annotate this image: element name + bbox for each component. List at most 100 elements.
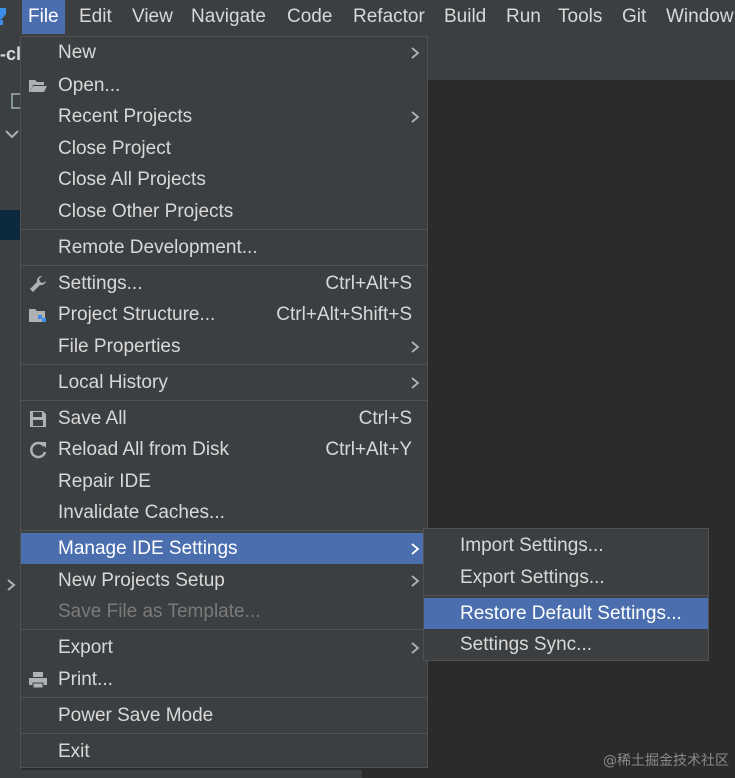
menu-item-exit[interactable]: Exit: [21, 736, 427, 767]
menu-separator: [21, 697, 427, 698]
menu-item-manage-ide-settings[interactable]: Manage IDE Settings: [21, 533, 427, 564]
menubar-file[interactable]: File: [22, 0, 65, 34]
menu-separator: [21, 530, 427, 531]
status-strip: [22, 770, 362, 778]
menubar-git[interactable]: Git: [616, 0, 652, 34]
submenu-arrow-icon: [411, 543, 420, 555]
menu-item-label: Save File as Template...: [58, 601, 261, 622]
submenu-item-label: Export Settings...: [460, 567, 605, 588]
submenu-item-import-settings[interactable]: Import Settings...: [424, 530, 708, 561]
menu-separator: [21, 400, 427, 401]
menu-item-shortcut: Ctrl+Alt+Y: [325, 439, 412, 460]
menu-item-project-structure[interactable]: Project Structure... Ctrl+Alt+Shift+S: [21, 299, 427, 330]
folder-open-icon: [29, 80, 47, 92]
menu-item-shortcut: Ctrl+Alt+Shift+S: [276, 304, 412, 325]
menu-item-label: Manage IDE Settings: [58, 538, 238, 559]
submenu-item-label: Settings Sync...: [460, 634, 593, 655]
menu-item-label: Close Project: [58, 138, 171, 159]
menubar-refactor[interactable]: Refactor: [347, 0, 431, 34]
menu-item-label: New Projects Setup: [58, 570, 225, 591]
submenu-separator: [424, 595, 708, 596]
menu-item-label: Local History: [58, 372, 168, 393]
wrench-icon: [30, 276, 46, 292]
menu-item-repair-ide[interactable]: Repair IDE: [21, 466, 427, 497]
menu-separator: [21, 364, 427, 365]
submenu-arrow-icon: [411, 575, 420, 587]
menu-item-label: Settings...: [58, 273, 143, 294]
editor-area: [428, 80, 735, 778]
menu-item-label: Invalidate Caches...: [58, 502, 225, 523]
menu-item-label: Recent Projects: [58, 106, 193, 127]
menu-item-remote-development[interactable]: Remote Development...: [21, 232, 427, 263]
project-tool-window: [0, 80, 22, 778]
app-logo-icon: [0, 8, 6, 25]
menubar-code[interactable]: Code: [281, 0, 338, 34]
menu-item-export[interactable]: Export: [21, 632, 427, 663]
printer-icon: [29, 672, 47, 689]
menu-item-label: Remote Development...: [58, 237, 258, 258]
file-menu: New Open... Recent Projects Close Projec…: [20, 36, 428, 768]
reload-icon: [30, 441, 47, 459]
submenu-arrow-icon: [411, 341, 420, 353]
menu-item-label: Save All: [58, 408, 127, 429]
menu-item-new-projects-setup[interactable]: New Projects Setup: [21, 565, 427, 596]
menu-item-power-save-mode[interactable]: Power Save Mode: [21, 700, 427, 731]
project-structure-icon: [29, 309, 46, 322]
menu-item-close-all-projects[interactable]: Close All Projects: [21, 164, 427, 195]
menu-item-shortcut: Ctrl+Alt+S: [325, 273, 412, 294]
menu-item-label: Repair IDE: [58, 471, 151, 492]
menu-item-label: Exit: [58, 741, 90, 762]
menu-separator: [21, 229, 427, 230]
menu-item-save-file-as-template: Save File as Template...: [21, 596, 427, 627]
menu-item-recent-projects[interactable]: Recent Projects: [21, 101, 427, 132]
menu-item-label: File Properties: [58, 336, 181, 357]
menu-item-invalidate-caches[interactable]: Invalidate Caches...: [21, 497, 427, 528]
menu-item-label: Reload All from Disk: [58, 439, 230, 460]
menu-item-save-all[interactable]: Save All Ctrl+S: [21, 403, 427, 434]
menu-separator: [21, 265, 427, 266]
menu-item-close-other-projects[interactable]: Close Other Projects: [21, 196, 427, 227]
menu-separator: [21, 733, 427, 734]
menubar-run[interactable]: Run: [500, 0, 547, 34]
floppy-disk-icon: [30, 411, 46, 427]
menu-item-label: Power Save Mode: [58, 705, 214, 726]
menu-item-reload-all-from-disk[interactable]: Reload All from Disk Ctrl+Alt+Y: [21, 434, 427, 465]
chevron-right-icon[interactable]: [6, 578, 16, 592]
menubar: File Edit View Navigate Code Refactor Bu…: [0, 0, 735, 34]
ide-window: File Edit View Navigate Code Refactor Bu…: [0, 0, 735, 778]
menu-item-close-project[interactable]: Close Project: [21, 133, 427, 164]
submenu-item-label: Restore Default Settings...: [460, 603, 682, 624]
menu-separator: [21, 629, 427, 630]
menu-item-open[interactable]: Open...: [21, 70, 427, 101]
menu-item-label: New: [58, 42, 97, 63]
submenu-item-restore-default-settings[interactable]: Restore Default Settings...: [424, 598, 708, 629]
menu-item-settings[interactable]: Settings... Ctrl+Alt+S: [21, 268, 427, 299]
tree-selection-highlight: [0, 210, 22, 240]
menubar-window[interactable]: Window: [660, 0, 735, 34]
menu-item-local-history[interactable]: Local History: [21, 367, 427, 398]
submenu-arrow-icon: [411, 377, 420, 389]
submenu-arrow-icon: [411, 47, 420, 59]
menu-item-new[interactable]: New: [21, 37, 427, 68]
submenu-item-export-settings[interactable]: Export Settings...: [424, 562, 708, 593]
menubar-view[interactable]: View: [126, 0, 179, 34]
menu-item-label: Project Structure...: [58, 304, 216, 325]
menubar-edit[interactable]: Edit: [73, 0, 118, 34]
menu-item-shortcut: Ctrl+S: [358, 408, 412, 429]
menu-item-label: Close Other Projects: [58, 201, 234, 222]
menu-item-label: Open...: [58, 75, 121, 96]
submenu-item-settings-sync[interactable]: Settings Sync...: [424, 629, 708, 660]
submenu-arrow-icon: [411, 642, 420, 654]
menu-item-print[interactable]: Print...: [21, 664, 427, 695]
chevron-down-icon[interactable]: [4, 128, 20, 140]
menubar-tools[interactable]: Tools: [552, 0, 608, 34]
submenu-item-label: Import Settings...: [460, 535, 604, 556]
menu-item-label: Close All Projects: [58, 169, 206, 190]
manage-ide-settings-submenu: Import Settings... Export Settings... Re…: [423, 528, 709, 661]
menu-item-label: Print...: [58, 669, 113, 690]
submenu-arrow-icon: [411, 111, 420, 123]
menubar-navigate[interactable]: Navigate: [185, 0, 272, 34]
menu-item-label: Export: [58, 637, 113, 658]
menu-item-file-properties[interactable]: File Properties: [21, 331, 427, 362]
menubar-build[interactable]: Build: [438, 0, 492, 34]
